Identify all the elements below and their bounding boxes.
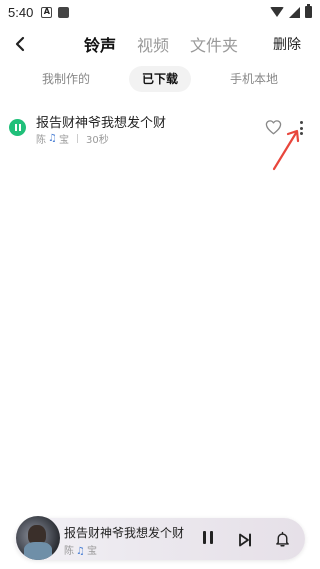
delete-button[interactable]: 删除 [273,34,301,54]
ringtone-meta: 陈 ♫ 宝 30秒 [36,131,109,146]
tab-ringtone[interactable]: 铃声 [84,32,116,56]
notification-square-icon [58,6,70,18]
wifi-icon [270,7,284,17]
player-artist-prefix: 陈 [64,546,74,557]
subtab-my-creations[interactable]: 我制作的 [30,66,102,92]
tab-folder[interactable]: 文件夹 [190,32,238,56]
status-bar: 5:40 A [0,0,320,24]
annotation-arrow-icon [272,129,300,171]
ringtone-artist-suffix: 宝 [58,135,69,146]
sub-tabs: 我制作的 已下载 手机本地 [0,66,320,92]
ringtone-duration: 30秒 [85,135,109,146]
subtab-phone-local[interactable]: 手机本地 [218,66,290,92]
mini-player[interactable]: 报告财神爷我想发个财 陈 ♫ 宝 [15,516,305,560]
bell-icon[interactable] [274,530,291,548]
pause-icon[interactable] [9,119,26,136]
next-track-icon[interactable] [238,532,252,547]
ringtone-title: 报告财神爷我想发个财 [36,116,167,131]
music-note-icon: ♫ [76,546,85,557]
status-time: 5:40 [8,4,34,20]
back-arrow-icon[interactable] [10,34,30,54]
pause-icon[interactable] [201,531,215,547]
music-note-icon: ♫ [48,133,57,144]
player-title: 报告财神爷我想发个财 [64,526,185,540]
tab-video[interactable]: 视频 [137,32,169,56]
notification-a-icon: A [41,6,53,18]
main-tabs: 铃声 视频 文件夹 [84,28,238,60]
album-art[interactable] [16,516,60,560]
player-artist-suffix: 宝 [86,546,97,557]
subtab-downloaded[interactable]: 已下载 [129,66,191,92]
ringtone-artist-prefix: 陈 [36,135,46,146]
battery-icon [305,4,312,18]
signal-icon [289,6,300,18]
header: 铃声 视频 文件夹 删除 [0,28,320,60]
player-artist: 陈 ♫ 宝 [64,542,97,557]
divider [76,134,78,143]
